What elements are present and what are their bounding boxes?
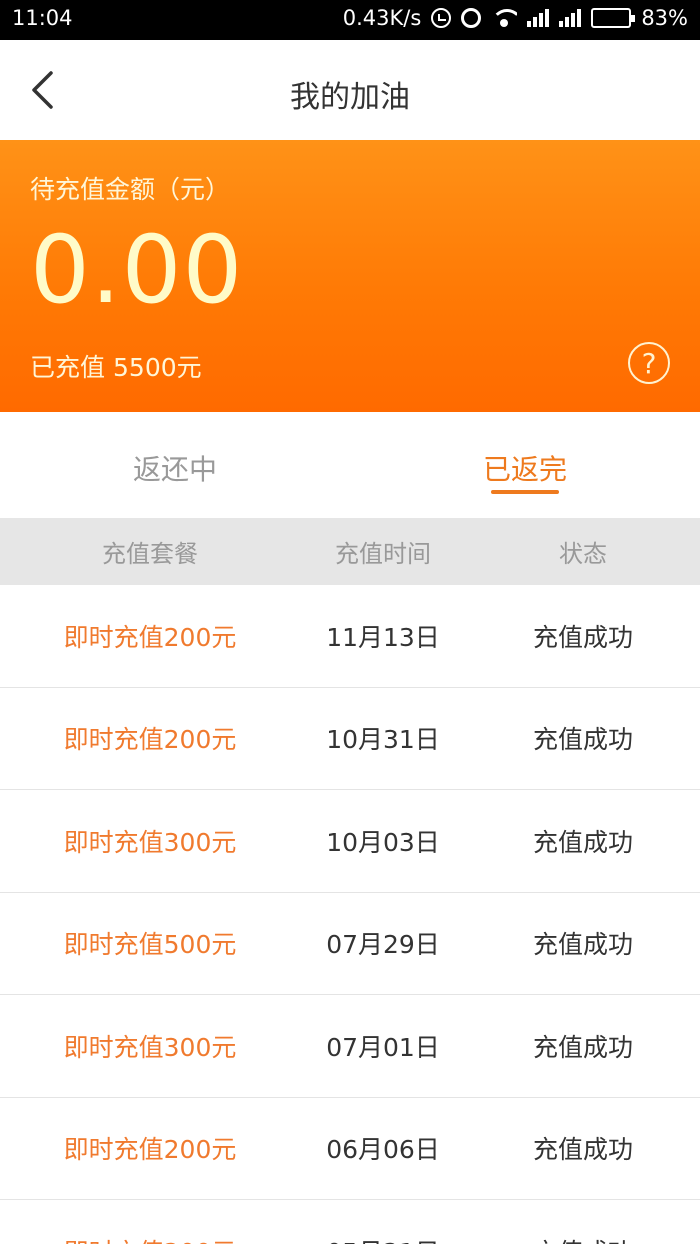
battery-percent: 83% bbox=[641, 6, 688, 30]
row-date: 05月21日 bbox=[300, 1233, 466, 1244]
table-row[interactable]: 即时充值200元 11月13日 充值成功 bbox=[0, 585, 700, 688]
table-row[interactable]: 即时充值200元 05月21日 充值成功 bbox=[0, 1200, 700, 1244]
row-package: 即时充值300元 bbox=[63, 827, 237, 857]
nav-bar: 我的加油 bbox=[0, 40, 700, 140]
recharged-total: 已充值 5500元 bbox=[30, 348, 202, 384]
signal-icon bbox=[527, 9, 550, 27]
row-status: 充值成功 bbox=[466, 1233, 700, 1244]
wifi-icon bbox=[491, 9, 518, 27]
help-glyph: ? bbox=[641, 346, 657, 380]
row-package: 即时充值200元 bbox=[63, 1135, 237, 1165]
table-row[interactable]: 即时充值500元 07月29日 充值成功 bbox=[0, 892, 700, 995]
table-row[interactable]: 即时充值200元 10月31日 充值成功 bbox=[0, 687, 700, 790]
column-header-status: 状态 bbox=[559, 540, 607, 568]
row-status: 充值成功 bbox=[532, 725, 633, 755]
row-status: 充值成功 bbox=[532, 930, 633, 960]
recharge-list: 即时充值200元 11月13日 充值成功 即时充值200元 10月31日 充值成… bbox=[0, 585, 700, 1244]
recharged-value: 5500元 bbox=[113, 353, 202, 382]
row-date: 06月06日 bbox=[326, 1135, 440, 1165]
status-icons: 0.43K/s 83% bbox=[343, 6, 688, 30]
column-header-package: 充值套餐 bbox=[102, 540, 198, 568]
row-date: 10月03日 bbox=[326, 827, 440, 857]
battery-icon bbox=[591, 8, 636, 28]
sync-icon bbox=[431, 8, 452, 28]
pending-amount-value: 0.00 bbox=[30, 216, 244, 325]
row-status: 充值成功 bbox=[532, 622, 633, 652]
signal-icon bbox=[559, 9, 582, 27]
tab-label: 返还中 bbox=[132, 453, 217, 486]
row-package: 即时充值300元 bbox=[63, 1032, 237, 1062]
row-date: 07月29日 bbox=[326, 930, 440, 960]
row-date: 07月01日 bbox=[326, 1032, 440, 1062]
tab-indicator bbox=[491, 490, 559, 494]
row-status: 充值成功 bbox=[532, 1032, 633, 1062]
row-date: 11月13日 bbox=[326, 622, 440, 652]
page-title: 我的加油 bbox=[290, 80, 410, 115]
balance-card: 待充值金额（元） 0.00 已充值 5500元 ? bbox=[0, 140, 700, 412]
row-status: 充值成功 bbox=[532, 827, 633, 857]
table-header: 充值套餐 充值时间 状态 bbox=[0, 518, 700, 585]
status-time: 11:04 bbox=[12, 6, 73, 30]
column-header-time: 充值时间 bbox=[335, 540, 431, 568]
tab-bar: 返还中 已返完 bbox=[0, 412, 700, 518]
row-package: 即时充值200元 bbox=[63, 622, 237, 652]
row-status: 充值成功 bbox=[532, 1135, 633, 1165]
alarm-icon bbox=[461, 8, 482, 28]
pending-amount-label: 待充值金额（元） bbox=[30, 175, 231, 204]
network-speed: 0.43K/s bbox=[342, 6, 422, 30]
table-row[interactable]: 即时充值200元 06月06日 充值成功 bbox=[0, 1097, 700, 1200]
tab-label: 已返完 bbox=[482, 453, 567, 486]
row-package: 即时充值500元 bbox=[63, 930, 237, 960]
tab-returned[interactable]: 已返完 bbox=[350, 412, 700, 518]
table-row[interactable]: 即时充值300元 10月03日 充值成功 bbox=[0, 790, 700, 893]
status-bar: 11:04 0.43K/s 83% bbox=[0, 0, 700, 40]
row-package: 即时充值200元 bbox=[0, 1233, 300, 1244]
row-package: 即时充值200元 bbox=[63, 725, 237, 755]
row-date: 10月31日 bbox=[326, 725, 440, 755]
question-circle-icon[interactable]: ? bbox=[628, 342, 670, 384]
tab-returning[interactable]: 返还中 bbox=[0, 412, 350, 518]
table-row[interactable]: 即时充值300元 07月01日 充值成功 bbox=[0, 995, 700, 1098]
recharged-label: 已充值 bbox=[30, 353, 106, 382]
